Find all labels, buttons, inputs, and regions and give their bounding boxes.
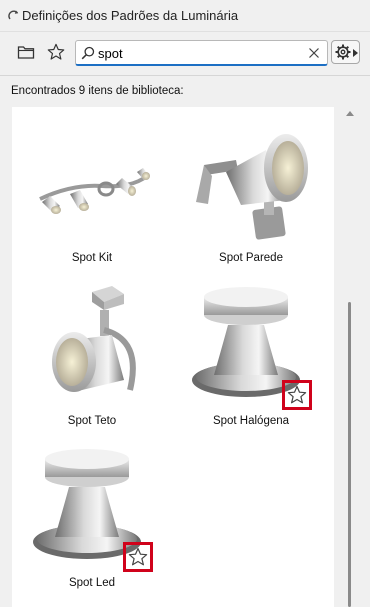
toolbar bbox=[0, 36, 370, 68]
search-icon bbox=[81, 46, 95, 60]
title-bar: Definições dos Padrões da Luminária bbox=[0, 0, 370, 32]
star-icon bbox=[128, 547, 148, 566]
library-item-spot-kit[interactable]: Spot Kit bbox=[17, 112, 167, 272]
item-label: Spot Halógena bbox=[212, 415, 290, 427]
results-panel: Spot Kit Spot Parede Spot Teto Spot Haló… bbox=[12, 107, 334, 607]
search-box bbox=[75, 40, 328, 66]
results-scrollbar[interactable] bbox=[345, 107, 355, 607]
library-item-spot-parede[interactable]: Spot Parede bbox=[176, 112, 326, 272]
spot-parede-thumbnail bbox=[196, 134, 308, 240]
clear-search-icon[interactable] bbox=[307, 46, 321, 60]
window-title: Definições dos Padrões da Luminária bbox=[22, 8, 239, 23]
item-label: Spot Teto bbox=[67, 415, 117, 427]
gear-icon bbox=[335, 44, 351, 60]
search-input[interactable] bbox=[98, 44, 298, 62]
scrollbar-thumb[interactable] bbox=[348, 302, 351, 607]
divider bbox=[0, 75, 370, 76]
folder-icon bbox=[17, 46, 35, 59]
results-summary: Encontrados 9 itens de biblioteca: bbox=[11, 85, 184, 97]
library-item-spot-led[interactable]: Spot Led bbox=[17, 437, 167, 597]
library-item-spot-teto[interactable]: Spot Teto bbox=[17, 275, 167, 435]
item-label: Spot Parede bbox=[219, 252, 283, 264]
star-icon bbox=[47, 43, 65, 60]
folder-button[interactable] bbox=[14, 40, 38, 64]
library-item-spot-halogena[interactable]: Spot Halógena bbox=[176, 275, 326, 435]
settings-menu-button[interactable] bbox=[331, 40, 360, 64]
spot-kit-thumbnail bbox=[39, 168, 150, 214]
spot-teto-thumbnail bbox=[52, 286, 136, 392]
refresh-icon bbox=[8, 10, 19, 20]
favorite-star-button[interactable] bbox=[123, 542, 153, 572]
favorite-star-button[interactable] bbox=[282, 380, 312, 410]
item-label: Spot Kit bbox=[71, 252, 113, 264]
item-label: Spot Led bbox=[68, 577, 116, 589]
chevron-right-icon bbox=[353, 49, 358, 57]
favorites-button[interactable] bbox=[44, 40, 68, 64]
scroll-up-arrow-icon[interactable] bbox=[346, 111, 354, 116]
star-icon bbox=[287, 385, 307, 404]
